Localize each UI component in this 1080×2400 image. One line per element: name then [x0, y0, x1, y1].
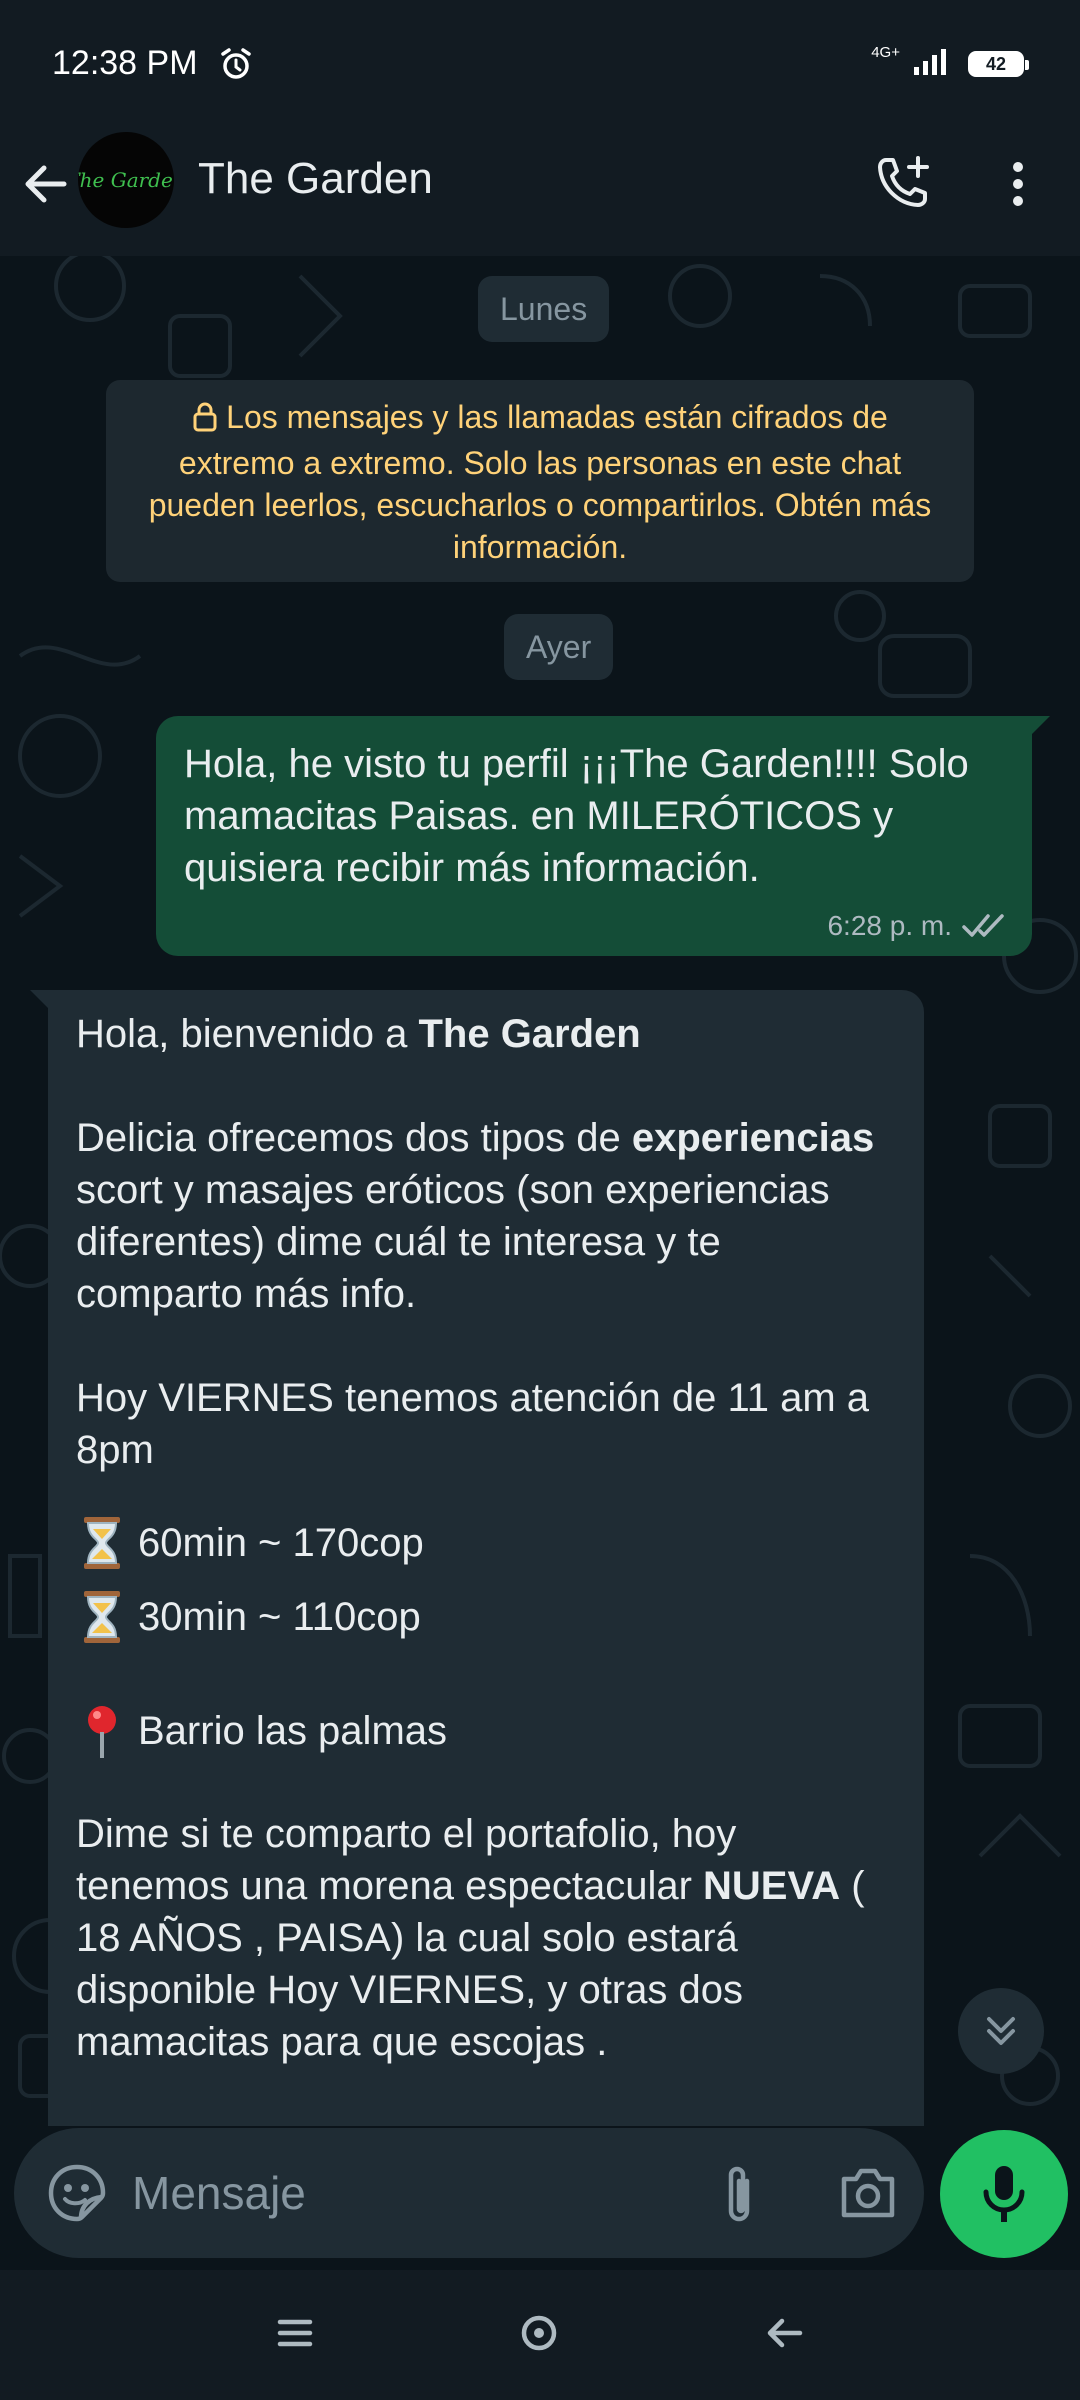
date-divider-yesterday: Ayer	[504, 614, 614, 680]
camera-button[interactable]	[830, 2158, 906, 2228]
home-button[interactable]	[504, 2298, 574, 2368]
avatar-logo-text: The Garden	[78, 168, 174, 192]
recent-apps-button[interactable]	[260, 2298, 330, 2368]
phone-plus-icon	[878, 156, 929, 207]
incoming-paragraph-3: Dime si te comparto el portafolio, hoy t…	[76, 1808, 896, 2068]
outgoing-message[interactable]: Hola, he visto tu perfil ¡¡¡The Garden!!…	[156, 716, 1050, 956]
microphone-icon	[983, 2166, 1025, 2222]
p3-bold: NUEVA	[703, 1864, 841, 1908]
message-composer	[14, 2128, 924, 2258]
contact-name[interactable]: The Garden	[198, 154, 433, 204]
chat-header: The Garden The Garden	[0, 130, 1080, 256]
network-type: 4G+	[871, 43, 900, 61]
incoming-paragraph-1: Delicia ofrecemos dos tipos de experienc…	[76, 1112, 896, 1320]
hourglass-icon	[84, 1517, 120, 1569]
rate-60-text: 60min ~ 170cop	[138, 1521, 424, 1565]
rate-30-text: 30min ~ 110cop	[138, 1595, 421, 1639]
greeting-bold: The Garden	[418, 1012, 641, 1056]
more-vertical-icon	[1013, 162, 1023, 206]
input-bar	[0, 2126, 1080, 2270]
sticker-icon	[48, 2164, 106, 2222]
double-chevron-down-icon	[987, 2017, 1015, 2045]
voice-message-button[interactable]	[940, 2130, 1068, 2258]
double-check-icon	[962, 914, 1004, 937]
rate-line-30: 30min ~ 110cop	[76, 1580, 896, 1654]
menu-lines-icon	[277, 2319, 313, 2347]
attach-button[interactable]	[704, 2158, 774, 2228]
date-divider-monday: Lunes	[478, 276, 610, 342]
back-chevron-icon	[767, 2318, 803, 2348]
chat-area[interactable]: Lunes Los mensajes y las llamadas están …	[0, 256, 1080, 2126]
message-input[interactable]	[132, 2158, 692, 2228]
p1-text-a: Delicia ofrecemos dos tipos de	[76, 1116, 632, 1160]
pushpin-icon	[88, 1706, 116, 1758]
camera-icon	[841, 2168, 895, 2218]
system-nav-bar	[0, 2270, 1080, 2400]
location-text: Barrio las palmas	[138, 1709, 448, 1753]
more-options-button[interactable]	[990, 152, 1046, 216]
add-call-button[interactable]	[872, 150, 936, 214]
sticker-button[interactable]	[42, 2158, 112, 2228]
p1-text-b: scort y masajes eróticos (son experienci…	[76, 1168, 830, 1316]
location-line: Barrio las palmas	[76, 1694, 896, 1768]
rate-line-60: 60min ~ 170cop	[76, 1506, 896, 1580]
signal-icon	[911, 47, 956, 82]
status-bar: 12:38 PM 4G+ 42	[0, 0, 1080, 130]
incoming-greeting: Hola, bienvenido a The Garden	[76, 1008, 896, 1060]
status-time: 12:38 PM	[52, 44, 198, 82]
message-meta: 6:28 p. m.	[827, 910, 1008, 942]
encryption-text: Los mensajes y las llamadas están cifrad…	[148, 399, 932, 565]
encryption-notice[interactable]: Los mensajes y las llamadas están cifrad…	[106, 380, 974, 582]
hourglass-icon	[84, 1591, 120, 1643]
alarm-icon	[218, 46, 254, 87]
battery-level: 42	[985, 53, 1007, 74]
back-button[interactable]	[18, 156, 74, 212]
status-indicators: 4G+ 42	[871, 43, 1029, 84]
p1-bold: experiencias	[631, 1116, 875, 1160]
lock-icon	[192, 400, 218, 442]
avatar[interactable]: The Garden	[78, 132, 174, 228]
system-back-button[interactable]	[750, 2298, 820, 2368]
home-circle-icon	[521, 2315, 557, 2351]
incoming-paragraph-2: Hoy VIERNES tenemos atención de 11 am a …	[76, 1376, 870, 1472]
outgoing-message-text: Hola, he visto tu perfil ¡¡¡The Garden!!…	[184, 742, 969, 890]
p3-text-a: Dime si te comparto el portafolio, hoy t…	[76, 1812, 737, 1908]
message-time: 6:28 p. m.	[827, 910, 952, 941]
paperclip-icon	[728, 2166, 750, 2222]
incoming-message[interactable]: Hola, bienvenido a The Garden Delicia of…	[30, 990, 924, 2126]
scroll-to-bottom-button[interactable]	[958, 1988, 1044, 2074]
back-arrow-icon	[25, 165, 67, 203]
battery-icon: 42	[968, 51, 1029, 77]
greeting-text: Hola, bienvenido a	[76, 1012, 419, 1056]
